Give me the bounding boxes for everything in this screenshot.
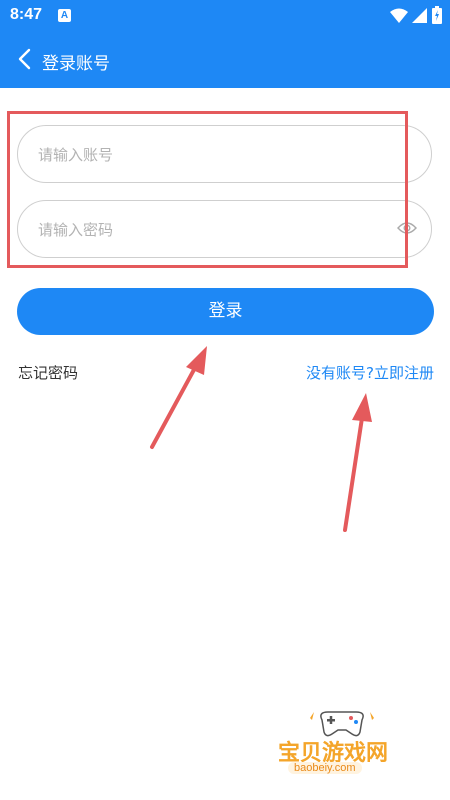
annotation-arrow-login bbox=[150, 346, 207, 449]
watermark-url: baobeiy.com bbox=[288, 762, 362, 774]
annotation-arrow-register bbox=[343, 393, 372, 532]
annotation-arrows bbox=[150, 346, 372, 532]
